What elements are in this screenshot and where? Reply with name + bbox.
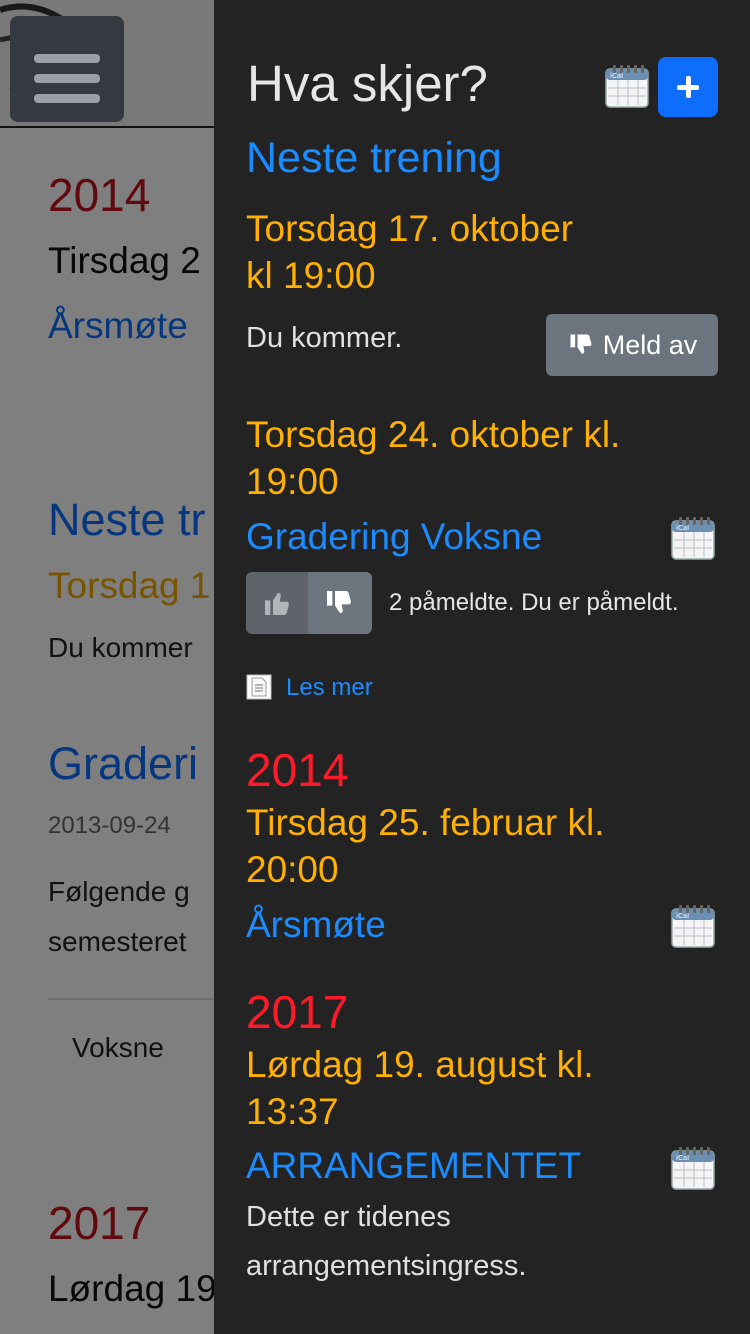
attendance-status: Du kommer.	[246, 322, 403, 354]
arsmote-date-line1: Tirsdag 25. februar kl.	[246, 802, 605, 843]
next-training-date-line2: kl 19:00	[246, 255, 376, 296]
next-training-date-line1: Torsdag 17. oktober	[246, 208, 574, 249]
ical-calendar-icon[interactable]: iCal	[670, 1145, 716, 1191]
add-event-button[interactable]	[658, 57, 718, 117]
document-icon	[246, 674, 272, 700]
ical-calendar-icon[interactable]: iCal	[670, 903, 716, 949]
arrangement-title-link[interactable]: ARRANGEMENTET	[246, 1145, 581, 1187]
drawer-title: Hva skjer?	[247, 55, 488, 112]
svg-text:iCal: iCal	[676, 912, 689, 920]
ical-calendar-icon[interactable]: iCal	[670, 515, 716, 561]
thumbs-down-icon	[570, 334, 592, 354]
les-mer-link[interactable]: Les mer	[286, 674, 373, 702]
year-2017: 2017	[246, 986, 349, 1038]
arsmote-title-link[interactable]: Årsmøte	[246, 904, 386, 946]
thumbs-down-icon	[327, 591, 351, 613]
thumbs-down-button[interactable]	[308, 572, 372, 634]
ical-calendar-icon[interactable]: iCal	[604, 63, 650, 109]
meld-av-button[interactable]: Meld av	[546, 314, 718, 376]
signup-status: 2 påmeldte. Du er påmeldt.	[389, 589, 679, 616]
gradering-date-line1: Torsdag 24. oktober kl.	[246, 414, 621, 455]
thumbs-up-button[interactable]	[246, 572, 308, 634]
thumbs-up-icon	[265, 593, 289, 615]
svg-text:iCal: iCal	[610, 72, 623, 80]
arrangement-text-line1: Dette er tidenes	[246, 1201, 451, 1233]
next-training-heading: Neste trening	[246, 134, 502, 182]
attendance-vote-group	[246, 572, 372, 634]
arrangement-date-line1: Lørdag 19. august kl.	[246, 1044, 594, 1085]
gradering-title-link[interactable]: Gradering Voksne	[246, 516, 542, 558]
year-2014: 2014	[246, 744, 349, 796]
hamburger-icon	[34, 54, 100, 63]
meld-av-label: Meld av	[602, 329, 698, 360]
arrangement-text-line2: arrangementsingress.	[246, 1250, 527, 1282]
menu-toggle-button[interactable]	[10, 16, 124, 122]
svg-text:iCal: iCal	[676, 524, 689, 532]
events-drawer: Hva skjer? iCal Neste trening Torsdag 17…	[214, 0, 750, 1334]
arrangement-date-line2: 13:37	[246, 1091, 339, 1132]
arsmote-date-line2: 20:00	[246, 849, 339, 890]
gradering-date-line2: 19:00	[246, 461, 339, 502]
svg-text:iCal: iCal	[676, 1154, 689, 1162]
